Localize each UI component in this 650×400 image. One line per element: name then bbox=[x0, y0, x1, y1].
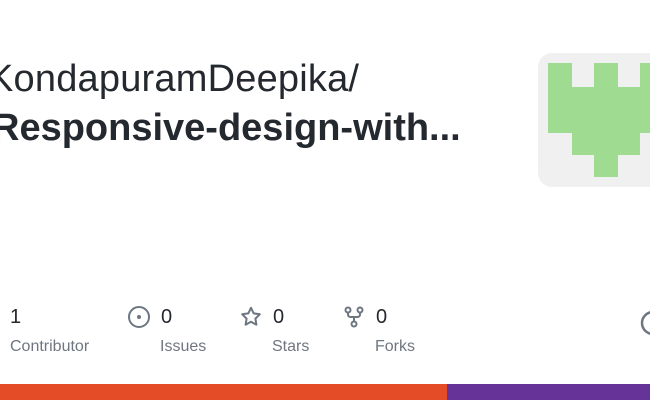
github-logo-icon bbox=[640, 310, 650, 336]
issue-icon bbox=[127, 305, 151, 329]
forks-count: 0 bbox=[376, 305, 388, 328]
stat-stars[interactable]: 0 Stars bbox=[239, 300, 309, 356]
stat-contributors[interactable]: 1 Contributor bbox=[10, 300, 89, 356]
repo-name[interactable]: Responsive-design-with... bbox=[0, 107, 461, 150]
issues-label: Issues bbox=[160, 338, 207, 355]
language-bar bbox=[0, 384, 650, 400]
repo-stats: 1 Contributor 0 Issues 0 Stars 0 Forks bbox=[0, 300, 650, 360]
identicon bbox=[548, 63, 650, 177]
issues-count: 0 bbox=[161, 305, 173, 328]
stars-label: Stars bbox=[272, 338, 310, 355]
fork-icon bbox=[342, 305, 366, 329]
contributors-label: Contributor bbox=[10, 338, 90, 355]
forks-label: Forks bbox=[375, 338, 415, 355]
repo-owner[interactable]: KondapuramDeepika/ bbox=[0, 58, 359, 101]
stat-forks[interactable]: 0 Forks bbox=[342, 300, 415, 356]
stars-count: 0 bbox=[273, 305, 285, 328]
language-segment-html bbox=[0, 384, 448, 400]
star-icon bbox=[239, 305, 263, 329]
stat-issues[interactable]: 0 Issues bbox=[127, 300, 206, 356]
language-segment-css bbox=[447, 384, 650, 400]
contributors-count: 1 bbox=[10, 305, 22, 328]
owner-avatar[interactable] bbox=[538, 53, 650, 187]
